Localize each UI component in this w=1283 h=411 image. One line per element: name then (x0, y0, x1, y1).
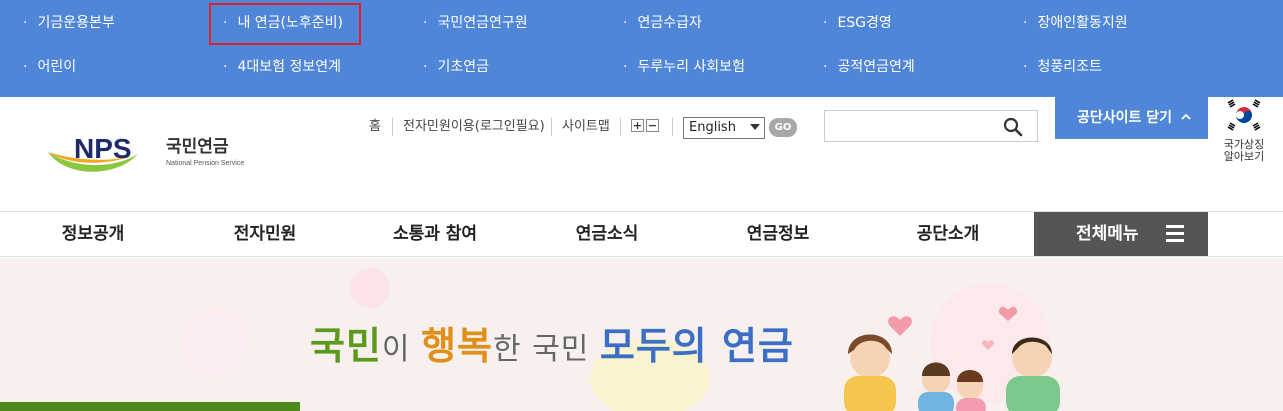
hero-slogan-part: 이 (381, 332, 422, 367)
close-sites-button[interactable]: 공단사이트 닫기 (1055, 97, 1208, 139)
decor-dot (180, 308, 250, 378)
nav-item-info-disclosure[interactable]: 정보공개 (40, 212, 146, 256)
e-service-link[interactable]: 전자민원이용(로그인필요) (403, 119, 545, 135)
highlight-box (209, 3, 361, 45)
content-tab-bar (0, 402, 300, 411)
nps-logo-icon: NPS 국민연금 National Pension Service (48, 133, 244, 172)
nav-item-communication[interactable]: 소통과 참여 (376, 212, 494, 256)
sitemap-link[interactable]: 사이트맵 (562, 119, 610, 135)
language-go-button[interactable]: GO (769, 118, 797, 137)
hero-slogan-part: 국민 (310, 324, 382, 368)
chevron-up-icon (1181, 113, 1191, 120)
site-link-label: 장애인활동지원 (1037, 15, 1128, 31)
divider (392, 118, 393, 136)
home-link[interactable]: 홈 (369, 119, 381, 135)
hamburger-icon (1166, 225, 1184, 243)
site-link-label: 두루누리 사회보험 (637, 59, 745, 75)
site-link-cheongpung-resort[interactable]: · 청풍리조트 (1023, 58, 1102, 76)
logo-korean-text: 국민연금 (166, 137, 229, 157)
site-link-kids[interactable]: · 어린이 (23, 58, 76, 76)
site-link-label: 4대보험 정보연계 (237, 59, 341, 75)
site-link-label: 기초연금 (437, 59, 489, 75)
site-link-public-pension-link[interactable]: · 공적연금연계 (823, 58, 915, 76)
site-link-label: 연금수급자 (637, 15, 702, 31)
all-menu-button[interactable]: 전체메뉴 (1034, 212, 1208, 256)
site-link-label: ESG경영 (837, 15, 892, 31)
korean-flag-icon (1224, 97, 1264, 133)
search-icon[interactable] (1003, 117, 1023, 137)
hero-slogan-part: 한 국민 (492, 332, 600, 367)
font-increase-button[interactable]: + (631, 119, 644, 132)
main-nav: 정보공개 전자민원 소통과 참여 연금소식 연금정보 공단소개 전체메뉴 (0, 211, 1283, 257)
hero-slogan: 국민이 행복한 국민 모두의 연금 (310, 315, 794, 370)
family-illustration (844, 307, 1060, 411)
site-link-durunuri[interactable]: · 두루누리 사회보험 (623, 58, 745, 76)
site-link-fund-management[interactable]: · 기금운용본부 (23, 14, 115, 32)
site-link-label: 기금운용본부 (37, 15, 115, 31)
hero-slogan-part: 행복 (421, 324, 493, 368)
site-link-disability-support[interactable]: · 장애인활동지원 (1023, 14, 1128, 32)
flag-caption-line2: 알아보기 (1223, 150, 1265, 163)
site-link-pensioners[interactable]: · 연금수급자 (623, 14, 702, 32)
site-link-label: 국민연금연구원 (437, 15, 528, 31)
nps-logo[interactable]: NPS 국민연금 National Pension Service (46, 132, 256, 184)
search-input[interactable] (824, 110, 1038, 142)
all-menu-label: 전체메뉴 (1076, 224, 1139, 244)
language-select[interactable]: English (683, 117, 765, 139)
logo-english-text: National Pension Service (166, 160, 244, 167)
nav-item-pension-info[interactable]: 연금정보 (725, 212, 831, 256)
close-sites-label: 공단사이트 닫기 (1077, 110, 1173, 126)
font-decrease-button[interactable]: − (646, 119, 659, 132)
site-link-four-insurances[interactable]: · 4대보험 정보연계 (223, 58, 341, 76)
nav-item-e-service[interactable]: 전자민원 (212, 212, 318, 256)
national-symbol-link[interactable]: 국가상징 알아보기 (1218, 97, 1270, 163)
site-link-research-institute[interactable]: · 국민연금연구원 (423, 14, 528, 32)
logo-mark-text: NPS (74, 133, 132, 164)
chevron-down-icon (750, 124, 760, 130)
site-link-label: 청풍리조트 (1037, 59, 1102, 75)
decor-dot (350, 268, 390, 308)
divider (551, 118, 552, 136)
font-size-controls: + − (631, 119, 659, 132)
site-link-basic-pension[interactable]: · 기초연금 (423, 58, 489, 76)
site-link-esg[interactable]: · ESG경영 (823, 14, 892, 32)
nav-item-pension-news[interactable]: 연금소식 (554, 212, 660, 256)
nav-item-about[interactable]: 공단소개 (895, 212, 1001, 256)
hero-slogan-part: 모두의 연금 (599, 324, 794, 368)
divider (620, 118, 621, 136)
divider (672, 118, 673, 136)
site-links-bar: · 기금운용본부 · 내 연금(노후준비) · 국민연금연구원 · 연금수급자 · ESG… (0, 0, 1283, 97)
site-link-label: 공적연금연계 (837, 59, 915, 75)
language-selected-value: English (689, 120, 736, 135)
site-link-label: 어린이 (37, 59, 77, 75)
